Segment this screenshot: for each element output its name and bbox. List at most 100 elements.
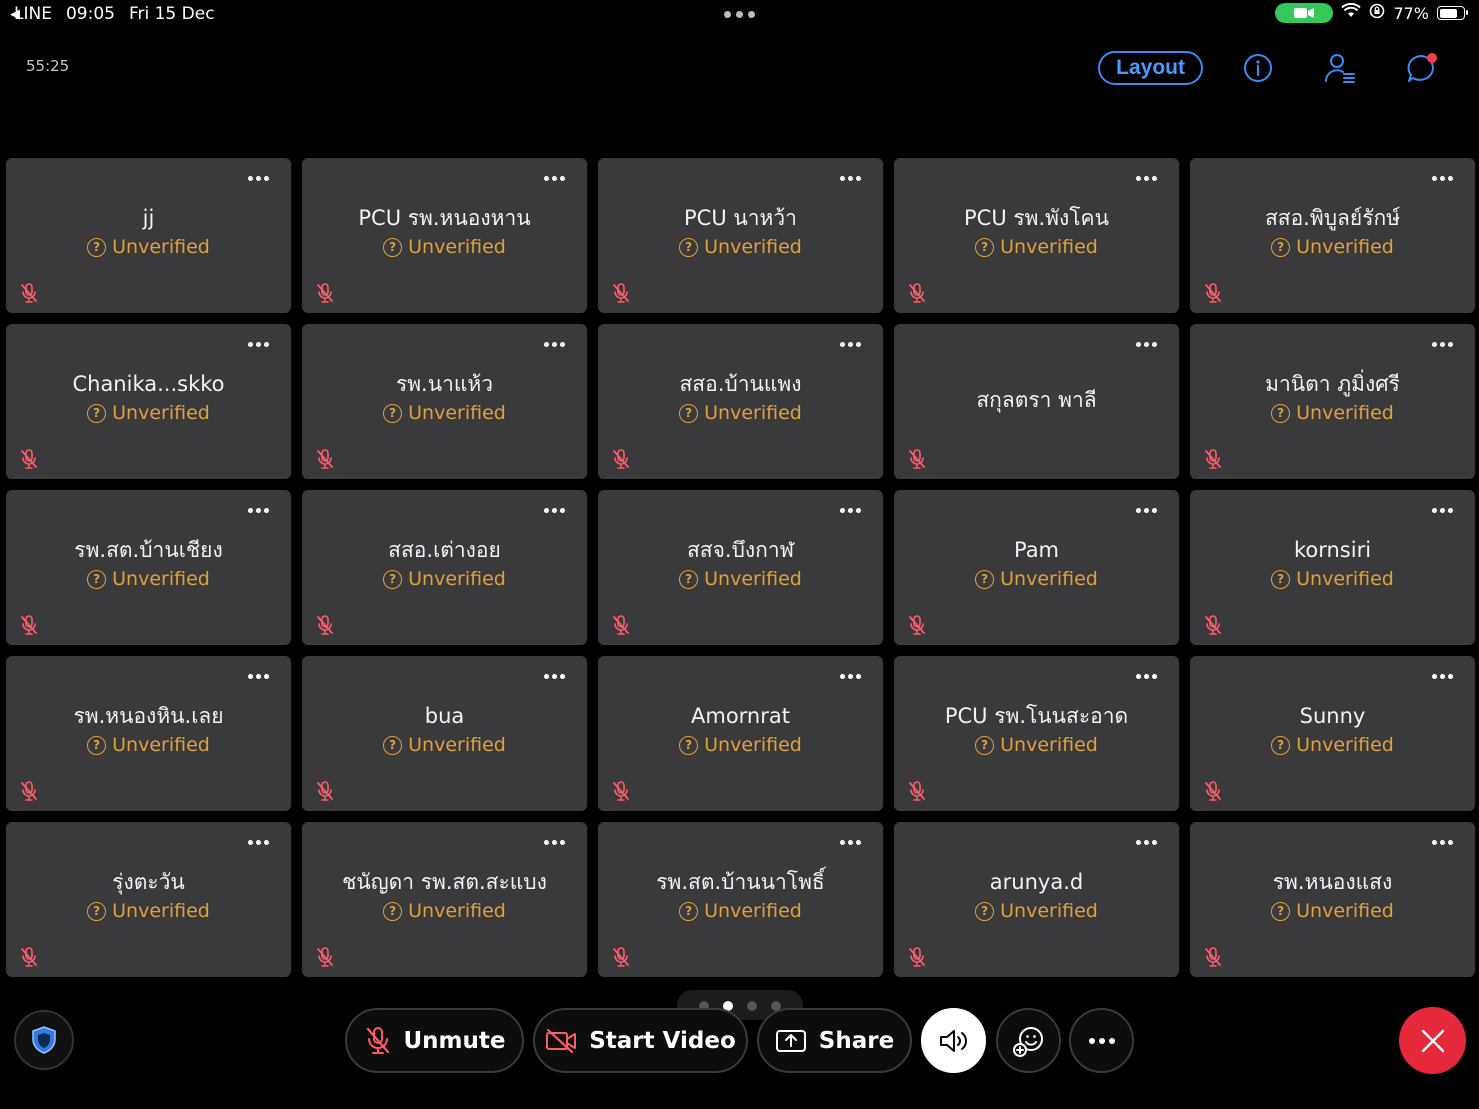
verification-status-label: Unverified — [112, 568, 210, 590]
participant-name: Pam — [1013, 538, 1060, 562]
participant-tile[interactable]: สสอ.เต่างอย ? Unverified — [302, 490, 587, 645]
reactions-button[interactable] — [996, 1008, 1061, 1073]
participant-tile[interactable]: รพ.สต.บ้านเชียง ? Unverified — [6, 490, 291, 645]
verification-status-label: Unverified — [704, 568, 802, 590]
participant-tile[interactable]: arunya.d ? Unverified — [894, 822, 1179, 977]
more-options-icon[interactable] — [248, 840, 269, 845]
participant-tile[interactable]: สสอ.พิบูลย์รักษ์ ? Unverified — [1190, 158, 1475, 313]
participant-tile[interactable]: Sunny ? Unverified — [1190, 656, 1475, 811]
add-reaction-icon — [1012, 1026, 1043, 1057]
question-circle-icon: ? — [383, 569, 403, 589]
more-options-icon[interactable] — [840, 176, 861, 181]
more-options-icon[interactable] — [840, 508, 861, 513]
participant-tile[interactable]: รพ.นาแห้ว ? Unverified — [302, 324, 587, 479]
mic-muted-icon — [613, 947, 629, 967]
participant-tile[interactable]: รพ.หนองหิน.เลย ? Unverified — [6, 656, 291, 811]
verification-status-label: Unverified — [1296, 402, 1394, 424]
participant-tile[interactable]: มานิตา ภูมิ่งศรี ? Unverified — [1190, 324, 1475, 479]
more-options-icon[interactable] — [840, 840, 861, 845]
more-options-icon[interactable] — [544, 840, 565, 845]
mic-muted-icon — [613, 449, 629, 469]
page-dot[interactable] — [747, 1001, 757, 1011]
participant-tile[interactable]: PCU รพ.พังโคน ? Unverified — [894, 158, 1179, 313]
participant-tile[interactable]: bua ? Unverified — [302, 656, 587, 811]
more-options-icon[interactable] — [840, 342, 861, 347]
more-options-icon[interactable] — [1136, 840, 1157, 845]
participant-tile[interactable]: kornsiri ? Unverified — [1190, 490, 1475, 645]
more-options-icon[interactable] — [248, 342, 269, 347]
speaker-icon — [939, 1029, 967, 1052]
participant-tile[interactable]: PCU รพ.โนนสะอาด ? Unverified — [894, 656, 1179, 811]
verification-status-label: Unverified — [1296, 900, 1394, 922]
question-circle-icon: ? — [679, 735, 699, 755]
participant-info: รพ.สต.บ้านเชียง ? Unverified — [6, 536, 291, 590]
more-options-icon[interactable] — [1136, 674, 1157, 679]
participant-tile[interactable]: สสอ.บ้านแพง ? Unverified — [598, 324, 883, 479]
question-circle-icon: ? — [679, 237, 699, 257]
share-button[interactable]: Share — [757, 1008, 912, 1073]
participant-tile[interactable]: รุ่งตะวัน ? Unverified — [6, 822, 291, 977]
more-options-icon[interactable] — [1432, 674, 1453, 679]
unmute-button[interactable]: Unmute — [345, 1008, 524, 1073]
chat-button[interactable] — [1395, 48, 1449, 88]
participant-tile[interactable]: PCU รพ.หนองหาน ? Unverified — [302, 158, 587, 313]
mic-muted-icon — [317, 283, 333, 303]
leave-meeting-button[interactable] — [1399, 1007, 1466, 1074]
more-options-icon[interactable] — [1432, 508, 1453, 513]
participant-name: arunya.d — [989, 870, 1084, 894]
participant-tile[interactable]: รพ.สต.บ้านนาโพธิ์ ? Unverified — [598, 822, 883, 977]
back-app-link[interactable]: ◀ LINE — [10, 4, 52, 24]
more-options-icon[interactable] — [248, 508, 269, 513]
more-options-icon[interactable] — [544, 342, 565, 347]
audio-output-button[interactable] — [921, 1008, 986, 1073]
participant-info: Chanika...skko ? Unverified — [6, 370, 291, 424]
more-options-icon[interactable] — [1136, 508, 1157, 513]
security-button[interactable] — [14, 1010, 74, 1070]
participant-name: รพ.สต.บ้านเชียง — [74, 538, 223, 562]
participant-tile[interactable]: สกุลตรา พาลี — [894, 324, 1179, 479]
verification-status-label: Unverified — [1000, 734, 1098, 756]
more-options-icon[interactable] — [544, 674, 565, 679]
multitasking-dots[interactable] — [724, 11, 755, 18]
participant-tile[interactable]: jj ? Unverified — [6, 158, 291, 313]
more-options-icon[interactable] — [1136, 176, 1157, 181]
participant-tile[interactable]: PCU นาหว้า ? Unverified — [598, 158, 883, 313]
participant-tile[interactable]: สสจ.บึงกาฬ ? Unverified — [598, 490, 883, 645]
start-video-button[interactable]: Start Video — [533, 1008, 748, 1073]
participant-tile[interactable]: Amornrat ? Unverified — [598, 656, 883, 811]
more-options-icon[interactable] — [1136, 342, 1157, 347]
chat-icon — [1407, 53, 1437, 82]
more-options-icon[interactable] — [1432, 342, 1453, 347]
more-options-icon[interactable] — [544, 508, 565, 513]
more-options-icon[interactable] — [1432, 176, 1453, 181]
more-controls-button[interactable] — [1069, 1008, 1134, 1073]
participant-tile[interactable]: Pam ? Unverified — [894, 490, 1179, 645]
verification-status-label: Unverified — [704, 236, 802, 258]
participant-tile[interactable]: Chanika...skko ? Unverified — [6, 324, 291, 479]
verification-status: ? Unverified — [87, 900, 210, 922]
info-icon — [1244, 54, 1272, 82]
verification-status-label: Unverified — [1000, 900, 1098, 922]
participant-name: jj — [142, 206, 155, 230]
question-circle-icon: ? — [975, 569, 995, 589]
info-button[interactable] — [1231, 48, 1285, 88]
question-circle-icon: ? — [87, 735, 107, 755]
more-options-icon[interactable] — [248, 674, 269, 679]
more-options-icon[interactable] — [1432, 840, 1453, 845]
close-icon — [1421, 1029, 1444, 1052]
layout-button[interactable]: Layout — [1098, 51, 1203, 85]
verification-status: ? Unverified — [975, 900, 1098, 922]
question-circle-icon: ? — [975, 237, 995, 257]
more-options-icon[interactable] — [544, 176, 565, 181]
participant-tile[interactable]: ชนัญดา รพ.สต.สะแบง ? Unverified — [302, 822, 587, 977]
question-circle-icon: ? — [1271, 901, 1291, 921]
participants-button[interactable] — [1313, 48, 1367, 88]
participant-info: jj ? Unverified — [6, 204, 291, 258]
participant-name: ชนัญดา รพ.สต.สะแบง — [342, 870, 547, 894]
more-options-icon[interactable] — [248, 176, 269, 181]
participant-tile[interactable]: รพ.หนองแสง ? Unverified — [1190, 822, 1475, 977]
more-options-icon[interactable] — [840, 674, 861, 679]
participant-name: สสอ.พิบูลย์รักษ์ — [1264, 206, 1401, 230]
status-bar: ◀ LINE 09:05 Fri 15 Dec 77% — [0, 0, 1479, 28]
participant-info: ชนัญดา รพ.สต.สะแบง ? Unverified — [302, 868, 587, 922]
